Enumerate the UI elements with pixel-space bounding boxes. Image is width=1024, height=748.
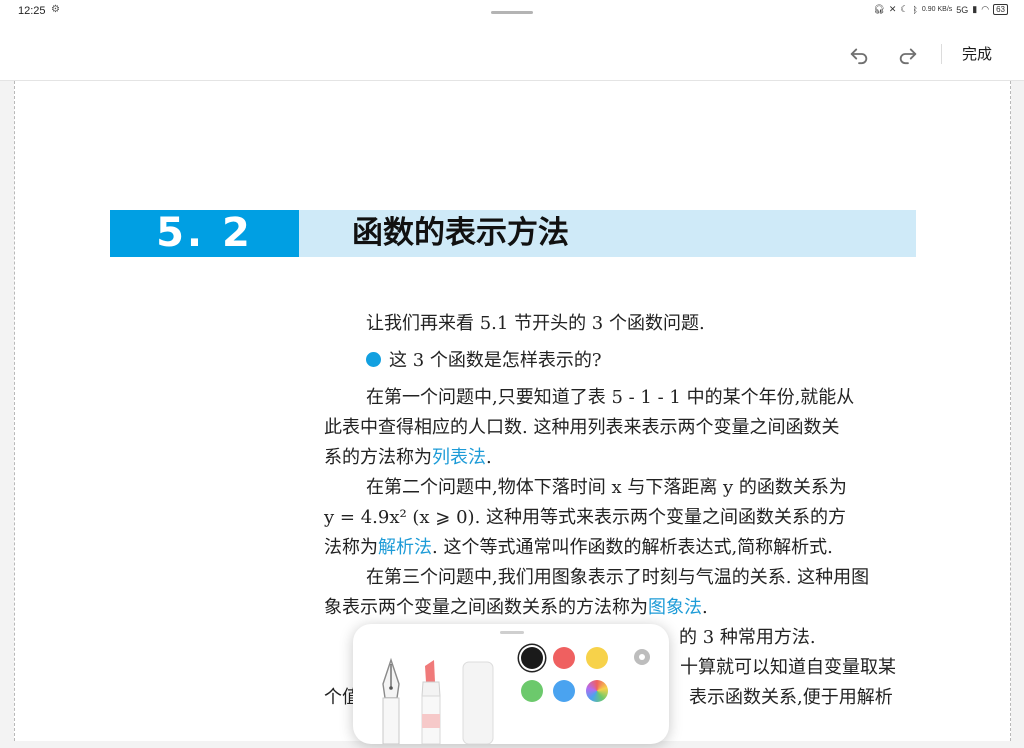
text-span: .: [486, 447, 492, 468]
battery-indicator: 63: [993, 4, 1008, 15]
color-swatch-black[interactable]: [521, 647, 543, 669]
paragraph-line: 在第三个问题中,我们用图象表示了时刻与气温的关系. 这种用图: [366, 567, 870, 588]
signal-bars-icon: ▮: [972, 4, 978, 14]
clock: 12:25: [18, 5, 46, 17]
section-title: 函数的表示方法: [352, 215, 569, 251]
text-span: .: [702, 597, 708, 618]
paragraph-line: 法称为解析法. 这个等式通常叫作函数的解析表达式,简称解析式.: [324, 533, 833, 559]
question-line: 这 3 个函数是怎样表示的?: [366, 346, 602, 372]
pen-palette: [353, 624, 669, 745]
undo-button[interactable]: [845, 40, 873, 68]
paragraph-fragment: 十算就可以知道自变量取某: [680, 657, 896, 678]
paragraph-line: 系的方法称为列表法.: [324, 443, 492, 469]
text-span: . 这个等式通常叫作函数的解析表达式,简称解析式.: [432, 537, 833, 558]
done-button[interactable]: 完成: [962, 43, 992, 64]
text-span: 象表示两个变量之间函数关系的方法称为: [324, 597, 648, 618]
paragraph-line: 在第二个问题中,物体下落时间 x 与下落距离 y 的函数关系为: [366, 477, 847, 498]
eraser-icon: [462, 661, 494, 745]
color-swatch-blue[interactable]: [553, 680, 575, 702]
redo-icon: [899, 48, 917, 65]
intro-line: 让我们再来看 5.1 节开头的 3 个函数问题.: [366, 313, 705, 334]
term-highlight: 列表法: [432, 447, 486, 468]
top-drag-handle[interactable]: [491, 11, 533, 14]
highlighter-icon: [421, 660, 441, 745]
moon-icon: ☾: [900, 4, 909, 14]
paragraph-line: 此表中查得相应的人口数. 这种用列表来表示两个变量之间函数关: [324, 417, 840, 438]
paragraph-fragment: 的 3 种常用方法.: [679, 627, 816, 648]
bluetooth-icon: ᛒ: [912, 4, 918, 15]
section-number: 5. 2: [110, 210, 299, 257]
paragraph-fragment: 表示函数关系,便于用解析: [689, 687, 893, 708]
wifi-icon: ◠: [981, 4, 990, 14]
fountain-pen-icon: [382, 657, 400, 745]
paragraph-line: 象表示两个变量之间函数关系的方法称为图象法.: [324, 593, 708, 619]
toolbar-divider: [941, 44, 942, 64]
system-icons: 🎧︎ ✕ ☾ ᛒ 0.90 KB/s 5G ▮ ◠ 63: [873, 4, 1008, 15]
bullet-icon: [366, 352, 381, 367]
mute-icon: ✕: [888, 4, 897, 14]
palette-settings-gear-icon[interactable]: [634, 649, 650, 665]
editor-toolbar: 完成: [0, 26, 1024, 81]
undo-icon: [850, 48, 868, 65]
eraser-tool[interactable]: [461, 658, 495, 745]
term-highlight: 解析法: [378, 537, 432, 558]
color-swatch-yellow[interactable]: [586, 647, 608, 669]
network-speed: 0.90 KB/s: [921, 6, 953, 13]
status-bar: 12:25 ⚙ 🎧︎ ✕ ☾ ᛒ 0.90 KB/s 5G ▮ ◠ 63: [0, 0, 1024, 26]
highlighter-tool[interactable]: [416, 654, 446, 745]
color-swatch-red[interactable]: [553, 647, 575, 669]
paragraph-line: y = 4.9x² (x ⩾ 0). 这种用等式来表示两个变量之间函数关系的方: [324, 507, 847, 528]
redo-button[interactable]: [894, 40, 922, 68]
text-span: 法称为: [324, 537, 378, 558]
headphones-icon: 🎧︎: [873, 4, 885, 14]
text-span: 系的方法称为: [324, 447, 432, 468]
color-swatch-green[interactable]: [521, 680, 543, 702]
term-highlight: 图象法: [648, 597, 702, 618]
question-text: 这 3 个函数是怎样表示的?: [389, 350, 602, 371]
color-picker-multicolor[interactable]: [586, 680, 608, 702]
fountain-pen-tool[interactable]: [375, 654, 407, 745]
paragraph-line: 在第一个问题中,只要知道了表 5 - 1 - 1 中的某个年份,就能从: [366, 387, 855, 408]
notification-icon: ⚙: [51, 4, 60, 15]
signal-label: 5G: [956, 4, 969, 15]
palette-drag-handle[interactable]: [500, 631, 524, 634]
